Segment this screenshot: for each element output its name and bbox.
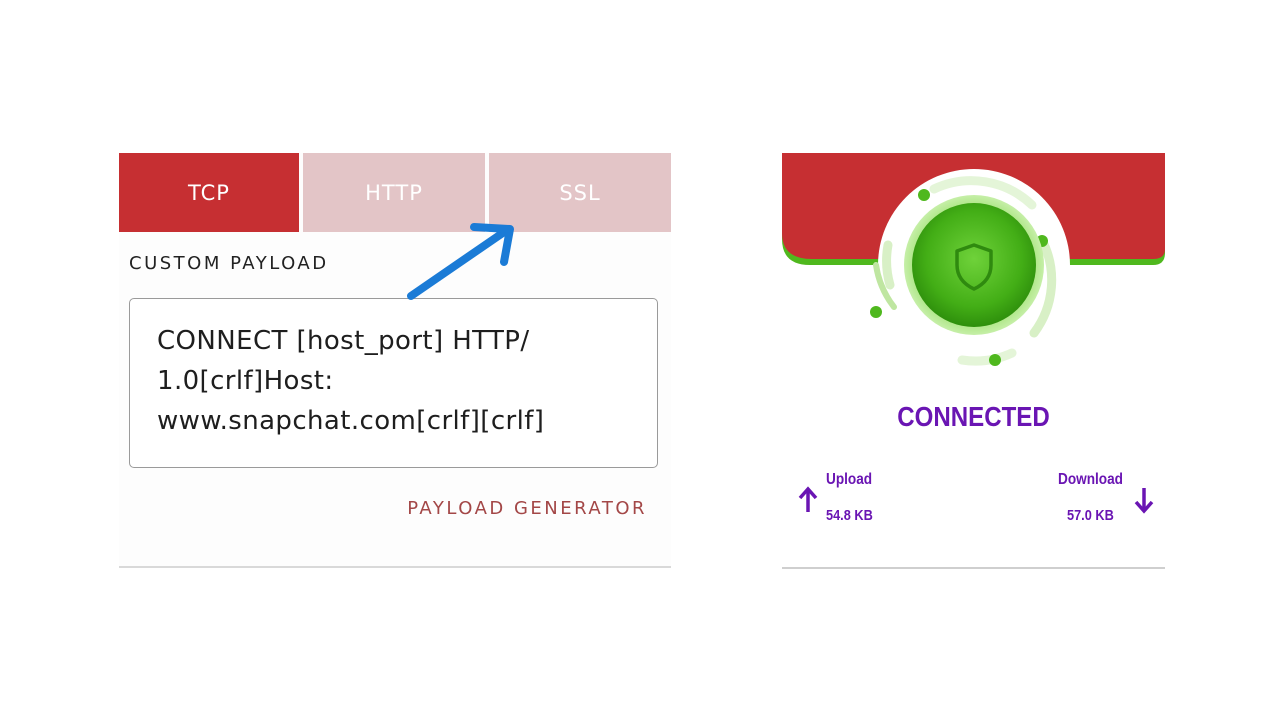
tab-tcp[interactable]: TCP bbox=[119, 153, 299, 232]
payload-input[interactable]: CONNECT [host_port] HTTP/ 1.0[crlf]Host:… bbox=[129, 298, 658, 468]
arrow-down-icon bbox=[1134, 488, 1154, 514]
payload-generator-button[interactable]: PAYLOAD GENERATOR bbox=[407, 498, 647, 519]
payload-text: CONNECT [host_port] HTTP/ 1.0[crlf]Host:… bbox=[157, 326, 545, 436]
connection-status: CONNECTED bbox=[897, 401, 1050, 432]
download-value: 57.0 KB bbox=[1067, 507, 1114, 524]
custom-payload-label: CUSTOM PAYLOAD bbox=[129, 253, 329, 274]
upload-label: Upload bbox=[826, 471, 873, 488]
connection-panel: CONNECTED Upload 54.8 KB Download 57.0 K… bbox=[782, 153, 1165, 571]
upload-value: 54.8 KB bbox=[826, 507, 873, 524]
arrow-up-icon bbox=[798, 486, 818, 512]
connect-button[interactable] bbox=[864, 165, 1084, 385]
annotation-arrow-icon bbox=[407, 223, 514, 300]
divider bbox=[782, 567, 1165, 569]
traffic-stats: Upload 54.8 KB Download 57.0 KB bbox=[782, 441, 1165, 551]
divider bbox=[119, 566, 671, 568]
download-label: Download bbox=[1058, 471, 1123, 488]
